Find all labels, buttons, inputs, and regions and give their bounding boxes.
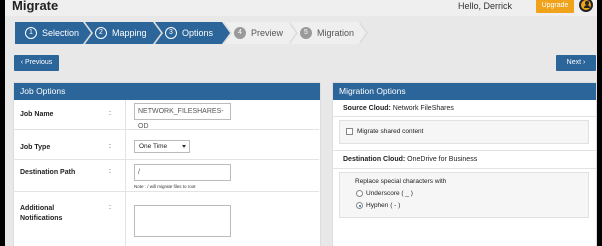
divider: [332, 116, 597, 117]
hyphen-radio[interactable]: [356, 202, 363, 209]
step-label: Preview: [251, 28, 284, 38]
step-number: 4: [234, 27, 246, 39]
person-icon: [584, 1, 590, 8]
source-cloud-label: Source Cloud:: [343, 105, 391, 112]
colon: :: [109, 143, 111, 150]
underscore-label: Underscore ( _ ): [366, 190, 413, 197]
hyphen-label: Hyphen ( - ): [366, 202, 401, 209]
source-cloud: Source Cloud: Network FileShares: [343, 105, 454, 112]
migrate-shared-checkbox[interactable]: [346, 128, 353, 135]
colon: :: [109, 168, 111, 175]
destination-path-input[interactable]: /: [134, 164, 231, 181]
destination-cloud-label: Destination Cloud:: [343, 156, 406, 163]
step-label: Migration: [317, 28, 355, 38]
step-mapping[interactable]: 2 Mapping: [85, 22, 163, 44]
step-number: 2: [95, 27, 107, 39]
colon: :: [109, 204, 111, 211]
upgrade-button[interactable]: Upgrade: [536, 0, 574, 13]
replace-chars-label: Replace special characters with: [355, 178, 447, 185]
job-type-value: One Time: [139, 143, 168, 150]
destination-cloud-value: OneDrive for Business: [407, 156, 478, 163]
step-label: Options: [182, 28, 214, 38]
chevron-down-icon: [182, 145, 186, 148]
top-bar: Migrate Hello, Derrick Upgrade: [5, 0, 597, 16]
job-type-label: Job Type: [20, 144, 51, 151]
step-label: Mapping: [112, 28, 147, 38]
underscore-radio[interactable]: [356, 190, 363, 197]
destination-cloud: Destination Cloud: OneDrive for Business: [343, 156, 477, 163]
destination-path-label: Destination Path: [20, 169, 76, 176]
divider: [332, 168, 597, 169]
destination-path-note: Note : / will migrate files to root: [134, 184, 196, 189]
job-name-label: Job Name: [20, 111, 54, 118]
app-frame: Migrate Hello, Derrick Upgrade 1 Selecti…: [5, 0, 597, 246]
step-number: 3: [165, 27, 177, 39]
notifications-textarea[interactable]: [134, 205, 231, 237]
step-migration[interactable]: 5 Migration: [290, 22, 368, 44]
job-type-select[interactable]: One Time: [134, 140, 190, 153]
colon: :: [109, 110, 111, 117]
step-label: Selection: [42, 28, 80, 38]
app-title: Migrate: [12, 0, 59, 13]
next-button[interactable]: Next ›: [556, 55, 596, 71]
job-options-header: Job Options: [14, 83, 320, 100]
migrate-shared-label: Migrate shared content: [357, 128, 424, 135]
notifications-label-line2: Notifications: [20, 215, 63, 222]
migration-options-header: Migration Options: [333, 83, 596, 100]
step-preview[interactable]: 4 Preview: [224, 22, 298, 44]
step-number: 1: [25, 27, 37, 39]
source-cloud-value: Network FileShares: [392, 105, 454, 112]
step-number: 5: [300, 27, 312, 39]
user-avatar-icon[interactable]: [579, 0, 593, 12]
job-name-input[interactable]: NETWORK_FILESHARES-OD: [134, 103, 231, 130]
notifications-label-line1: Additional: [20, 205, 55, 212]
previous-button[interactable]: ‹ Previous: [14, 55, 59, 71]
step-options[interactable]: 3 Options: [155, 22, 232, 44]
divider: [332, 150, 597, 151]
step-selection[interactable]: 1 Selection: [15, 22, 93, 44]
user-greeting: Hello, Derrick: [458, 1, 513, 11]
